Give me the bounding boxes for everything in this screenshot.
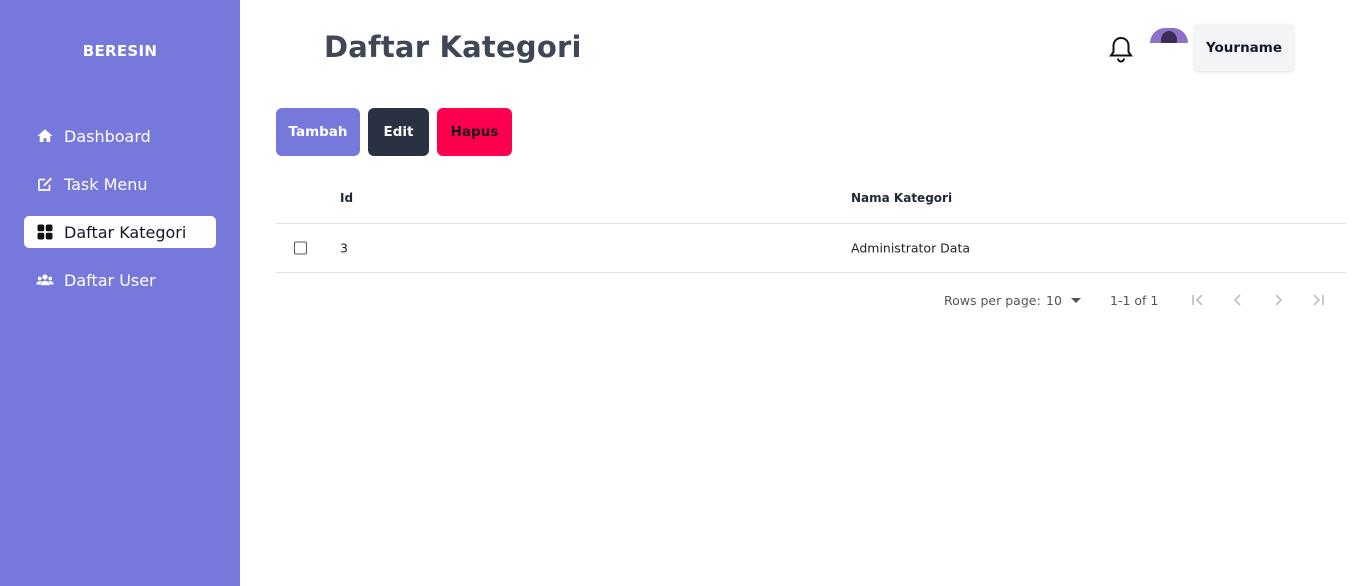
pagination-range: 1-1 of 1 — [1110, 292, 1159, 308]
first-page-button[interactable] — [1188, 290, 1208, 310]
cell-nama-kategori: Administrator Data — [851, 240, 971, 256]
sidebar-item-label: Daftar User — [64, 270, 156, 290]
rows-per-page-value: 10 — [1046, 292, 1062, 308]
users-icon — [36, 271, 54, 289]
sidebar-item-label: Dashboard — [64, 126, 151, 146]
chevron-left-icon — [1233, 294, 1241, 306]
sidebar-item-dashboard[interactable]: Dashboard — [24, 120, 216, 152]
page-title: Daftar Kategori — [324, 30, 582, 64]
sidebar-item-label: Daftar Kategori — [64, 222, 187, 242]
tambah-button[interactable]: Tambah — [276, 108, 360, 156]
first-page-icon — [1192, 294, 1203, 306]
brand-logo: BERESIN — [82, 42, 158, 60]
sidebar-item-daftar-user[interactable]: Daftar User — [24, 264, 216, 296]
avatar-face — [1161, 31, 1177, 43]
grid-icon — [36, 223, 54, 241]
edit-button[interactable]: Edit — [368, 108, 429, 156]
rows-per-page-select[interactable]: 10 — [1046, 290, 1081, 310]
sidebar: BERESIN Dashboard Task Menu Daftar Kateg… — [0, 0, 240, 586]
last-page-button[interactable] — [1308, 290, 1328, 310]
rows-per-page-label: Rows per page: — [944, 292, 1041, 308]
row-checkbox[interactable] — [294, 241, 307, 255]
caret-down-icon — [1070, 297, 1081, 303]
sidebar-item-label: Task Menu — [64, 174, 148, 194]
last-page-icon — [1313, 294, 1324, 306]
edit-icon — [36, 175, 54, 193]
user-menu-button[interactable]: Yourname — [1194, 24, 1294, 71]
sidebar-item-task-menu[interactable]: Task Menu — [24, 168, 216, 200]
sidebar-item-daftar-kategori[interactable]: Daftar Kategori — [24, 216, 216, 248]
cell-id: 3 — [340, 240, 348, 256]
avatar[interactable] — [1150, 28, 1188, 43]
hapus-button[interactable]: Hapus — [437, 108, 512, 156]
previous-page-button[interactable] — [1228, 290, 1248, 310]
column-header-id[interactable]: Id — [340, 191, 353, 205]
bell-icon[interactable] — [1107, 34, 1135, 64]
kategori-table: Id Nama Kategori 3 Administrator Data — [276, 173, 1346, 273]
chevron-right-icon — [1275, 294, 1283, 306]
table-header: Id Nama Kategori — [276, 173, 1346, 224]
home-icon — [36, 127, 54, 145]
column-header-nama-kategori[interactable]: Nama Kategori — [851, 191, 952, 205]
next-page-button[interactable] — [1268, 290, 1288, 310]
table-row[interactable]: 3 Administrator Data — [276, 224, 1346, 273]
